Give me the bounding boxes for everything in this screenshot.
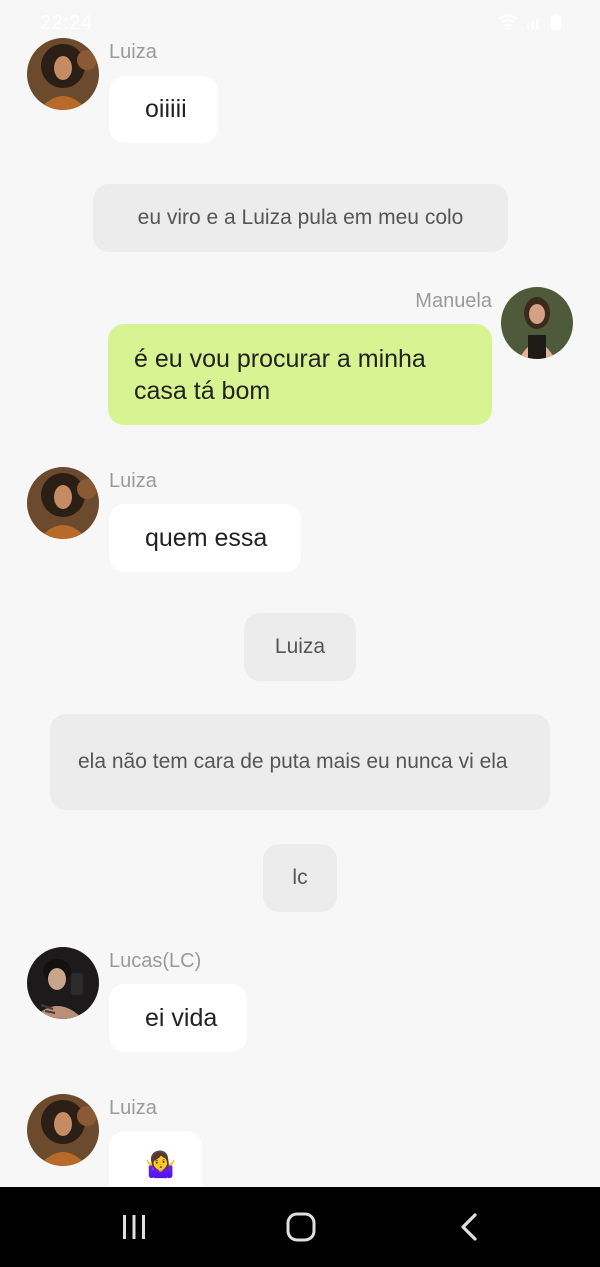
sender-name: Lucas(LC)	[109, 950, 202, 972]
back-icon[interactable]	[449, 1207, 489, 1247]
message-bubble[interactable]: é eu vou procurar a minha casa tá bom	[108, 324, 492, 425]
sender-name: Luiza	[109, 1097, 157, 1119]
manuela-avatar[interactable]	[501, 287, 573, 359]
narration-text: ela não tem cara de puta mais eu nunca v…	[78, 750, 508, 773]
narration-bubble[interactable]: lc	[263, 844, 337, 912]
narration-bubble[interactable]: eu viro e a Luiza pula em meu colo	[93, 184, 508, 252]
luiza-avatar[interactable]	[27, 467, 99, 539]
message-bubble[interactable]: oiiiii	[109, 76, 218, 143]
message-text: oiiiii	[145, 95, 187, 123]
narration-text: Luiza	[274, 635, 326, 658]
message-text: ei vida	[145, 1003, 218, 1032]
narration-bubble[interactable]: Luiza	[244, 613, 356, 681]
message-text: quem essa	[145, 523, 268, 552]
luiza-avatar[interactable]	[27, 1094, 99, 1166]
chat-area[interactable]: Luiza oiiiii eu viro e a Luiza pula em m…	[0, 0, 600, 1187]
navigation-bar	[0, 1187, 600, 1267]
message-bubble[interactable]: ei vida	[109, 984, 247, 1052]
lucas-avatar[interactable]	[27, 947, 99, 1019]
message-bubble[interactable]: quem essa	[109, 504, 301, 572]
luiza-avatar[interactable]	[27, 38, 99, 110]
narration-text: lc	[292, 866, 308, 889]
narration-text: eu viro e a Luiza pula em meu colo	[137, 206, 464, 229]
message-text: é eu vou procurar a minha casa tá bom	[134, 344, 426, 405]
narration-bubble[interactable]: ela não tem cara de puta mais eu nunca v…	[50, 714, 550, 810]
message-text: 🤷‍♀️	[145, 1150, 177, 1179]
sender-name: Manuela	[415, 290, 492, 312]
recent-apps-icon[interactable]	[114, 1207, 154, 1247]
sender-name: Luiza	[109, 470, 157, 492]
home-icon[interactable]	[281, 1207, 321, 1247]
sender-name: Luiza	[109, 41, 157, 63]
message-bubble[interactable]: 🤷‍♀️	[109, 1131, 202, 1187]
